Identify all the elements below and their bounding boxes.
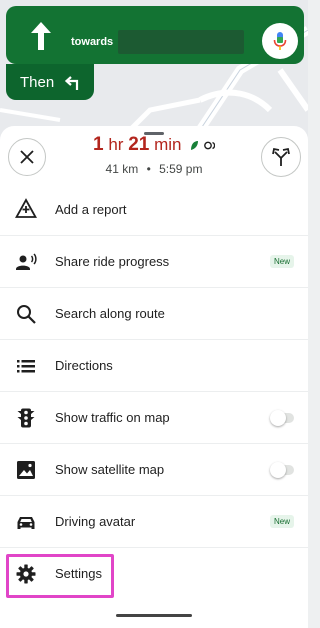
voice-search-button[interactable] <box>262 23 298 59</box>
menu-item-label: Share ride progress <box>55 254 170 269</box>
menu-item-add-report[interactable]: Add a report <box>0 183 308 235</box>
new-badge: New <box>269 515 294 528</box>
menu-item-driving-avatar[interactable]: Driving avatar New <box>0 495 308 547</box>
eco-leaf-icon <box>191 140 199 150</box>
menu-item-share-ride-progress[interactable]: Share ride progress New <box>0 235 308 287</box>
eta-minutes-unit: min <box>154 135 182 154</box>
new-badge: New <box>269 255 294 268</box>
route-options-menu: Add a report Share ride progress New Sea… <box>0 183 308 599</box>
traffic-toggle[interactable] <box>270 409 294 426</box>
destination-street-redacted <box>118 30 244 54</box>
arrival-time: 5:59 pm <box>159 162 203 176</box>
home-indicator[interactable] <box>116 614 192 617</box>
traffic-light-icon <box>17 408 35 427</box>
image-icon <box>17 460 35 479</box>
towards-label: towards <box>71 36 114 48</box>
menu-item-directions[interactable]: Directions <box>0 339 308 391</box>
share-progress-icon <box>16 252 37 270</box>
menu-item-label: Show traffic on map <box>55 410 170 425</box>
search-icon <box>17 304 36 324</box>
settings-highlight-box <box>6 554 114 598</box>
menu-item-show-traffic[interactable]: Show traffic on map <box>0 391 308 443</box>
menu-item-label: Show satellite map <box>55 462 165 477</box>
eta-hours-unit: hr <box>108 135 124 154</box>
list-icon <box>17 359 35 372</box>
menu-item-search-along-route[interactable]: Search along route <box>0 287 308 339</box>
arrow-up-icon <box>31 22 51 50</box>
alternate-routes-button[interactable] <box>261 137 301 177</box>
add-report-icon <box>15 198 37 218</box>
menu-item-show-satellite[interactable]: Show satellite map <box>0 443 308 495</box>
then-turn-panel[interactable]: Then <box>6 64 94 100</box>
menu-item-label: Directions <box>55 358 113 373</box>
then-label: Then <box>20 73 55 91</box>
navigation-banner[interactable]: towards <box>6 6 304 64</box>
toggle-knob <box>270 461 286 478</box>
satellite-toggle[interactable] <box>270 461 294 478</box>
trip-bottom-sheet: 1 hr 21 min 41 km • 5:59 pm Add a report… <box>0 126 308 628</box>
menu-item-label: Driving avatar <box>55 514 136 529</box>
menu-item-label: Add a report <box>55 201 127 217</box>
toggle-knob <box>270 409 286 426</box>
trip-separator: • <box>146 162 151 176</box>
menu-item-label: Search along route <box>55 306 165 321</box>
car-icon <box>17 516 35 529</box>
eta-minutes: 21 <box>128 134 150 155</box>
toll-icon <box>204 141 216 149</box>
eta-hours: 1 <box>93 134 104 155</box>
trip-distance: 41 km <box>105 162 139 176</box>
fork-route-icon <box>272 147 290 166</box>
turn-left-icon <box>65 76 79 90</box>
mic-icon <box>273 32 287 50</box>
